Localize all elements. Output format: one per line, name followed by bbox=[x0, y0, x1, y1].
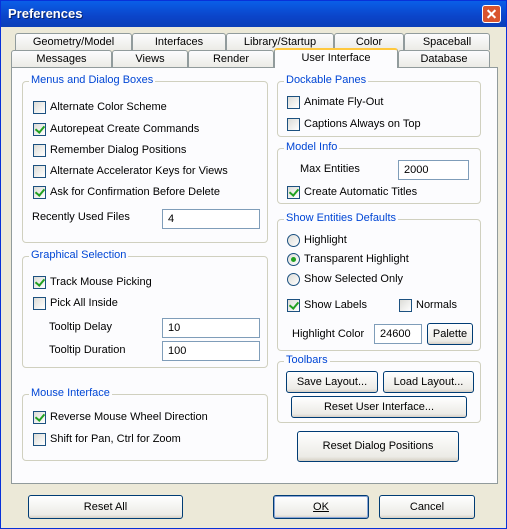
checkbox-box bbox=[399, 299, 412, 312]
graphical-selection-title: Graphical Selection bbox=[29, 249, 129, 261]
model-info-group: Model Info Max Entities 2000 Create Auto… bbox=[277, 141, 481, 204]
checkbox-box bbox=[287, 96, 300, 109]
radio-circle bbox=[287, 253, 300, 266]
checkbox-box bbox=[33, 297, 46, 310]
save-layout-button[interactable]: Save Layout... bbox=[286, 371, 378, 393]
radio-circle bbox=[287, 273, 300, 286]
recent-files-input[interactable]: 4 bbox=[162, 209, 260, 229]
dockable-panes-title: Dockable Panes bbox=[284, 74, 369, 86]
menus-dialog-title: Menus and Dialog Boxes bbox=[29, 74, 156, 86]
max-entities-label: Max Entities bbox=[300, 163, 360, 175]
show-entities-group: Show Entities Defaults Highlight Transpa… bbox=[277, 212, 481, 351]
show-entities-title: Show Entities Defaults bbox=[284, 212, 399, 224]
tab-panel-user-interface: Menus and Dialog Boxes Alternate Color S… bbox=[11, 67, 498, 484]
mouse-interface-title: Mouse Interface bbox=[29, 387, 112, 399]
checkbox-box bbox=[33, 411, 46, 424]
checkbox-box bbox=[33, 101, 46, 114]
mouse-interface-group: Mouse Interface Reverse Mouse Wheel Dire… bbox=[22, 387, 268, 461]
preferences-dialog: Preferences Geometry/Model Interfaces Li… bbox=[0, 0, 507, 529]
reset-dialog-positions-button[interactable]: Reset Dialog Positions bbox=[297, 431, 459, 462]
cancel-button[interactable]: Cancel bbox=[379, 495, 475, 519]
checkbox-box bbox=[33, 276, 46, 289]
model-info-title: Model Info bbox=[284, 141, 340, 153]
close-button[interactable] bbox=[482, 5, 501, 23]
highlight-color-label: Highlight Color bbox=[292, 328, 365, 340]
recent-files-label: Recently Used Files bbox=[32, 211, 130, 223]
checkbox-box bbox=[287, 118, 300, 131]
tooltip-delay-label: Tooltip Delay bbox=[49, 321, 112, 333]
tooltip-delay-input[interactable]: 10 bbox=[162, 318, 260, 338]
graphical-selection-group: Graphical Selection Track Mouse Picking … bbox=[22, 249, 268, 368]
tooltip-duration-input[interactable]: 100 bbox=[162, 341, 260, 361]
checkbox-box bbox=[33, 123, 46, 136]
dockable-panes-group: Dockable Panes Animate Fly-Out Captions … bbox=[277, 74, 481, 137]
ok-button[interactable]: OK bbox=[273, 495, 369, 519]
highlight-color-input[interactable]: 24600 bbox=[374, 324, 422, 344]
toolbars-group: Toolbars Save Layout... Load Layout... R… bbox=[277, 354, 481, 423]
reset-all-button[interactable]: Reset All bbox=[28, 495, 183, 519]
tab-messages[interactable]: Messages bbox=[11, 50, 112, 67]
checkbox-box bbox=[33, 433, 46, 446]
title-bar[interactable]: Preferences bbox=[1, 1, 506, 27]
max-entities-input[interactable]: 2000 bbox=[398, 160, 469, 180]
tab-spaceball[interactable]: Spaceball bbox=[404, 33, 490, 50]
toolbars-title: Toolbars bbox=[284, 354, 330, 366]
checkbox-box bbox=[33, 186, 46, 199]
tab-views[interactable]: Views bbox=[112, 50, 188, 67]
tab-interfaces[interactable]: Interfaces bbox=[132, 33, 226, 50]
tab-user-interface[interactable]: User Interface bbox=[274, 48, 398, 68]
tab-database[interactable]: Database bbox=[398, 50, 490, 67]
palette-button[interactable]: Palette bbox=[427, 323, 473, 345]
checkbox-box bbox=[33, 144, 46, 157]
tab-render[interactable]: Render bbox=[188, 50, 274, 67]
menus-dialog-group: Menus and Dialog Boxes Alternate Color S… bbox=[22, 74, 268, 243]
checkbox-box bbox=[33, 165, 46, 178]
tooltip-duration-label: Tooltip Duration bbox=[49, 344, 126, 356]
load-layout-button[interactable]: Load Layout... bbox=[383, 371, 474, 393]
window-title: Preferences bbox=[8, 6, 83, 21]
checkbox-box bbox=[287, 299, 300, 312]
checkbox-box bbox=[287, 186, 300, 199]
radio-circle bbox=[287, 234, 300, 247]
reset-ui-button[interactable]: Reset User Interface... bbox=[291, 396, 467, 418]
tab-geometry-model[interactable]: Geometry/Model bbox=[15, 33, 132, 50]
